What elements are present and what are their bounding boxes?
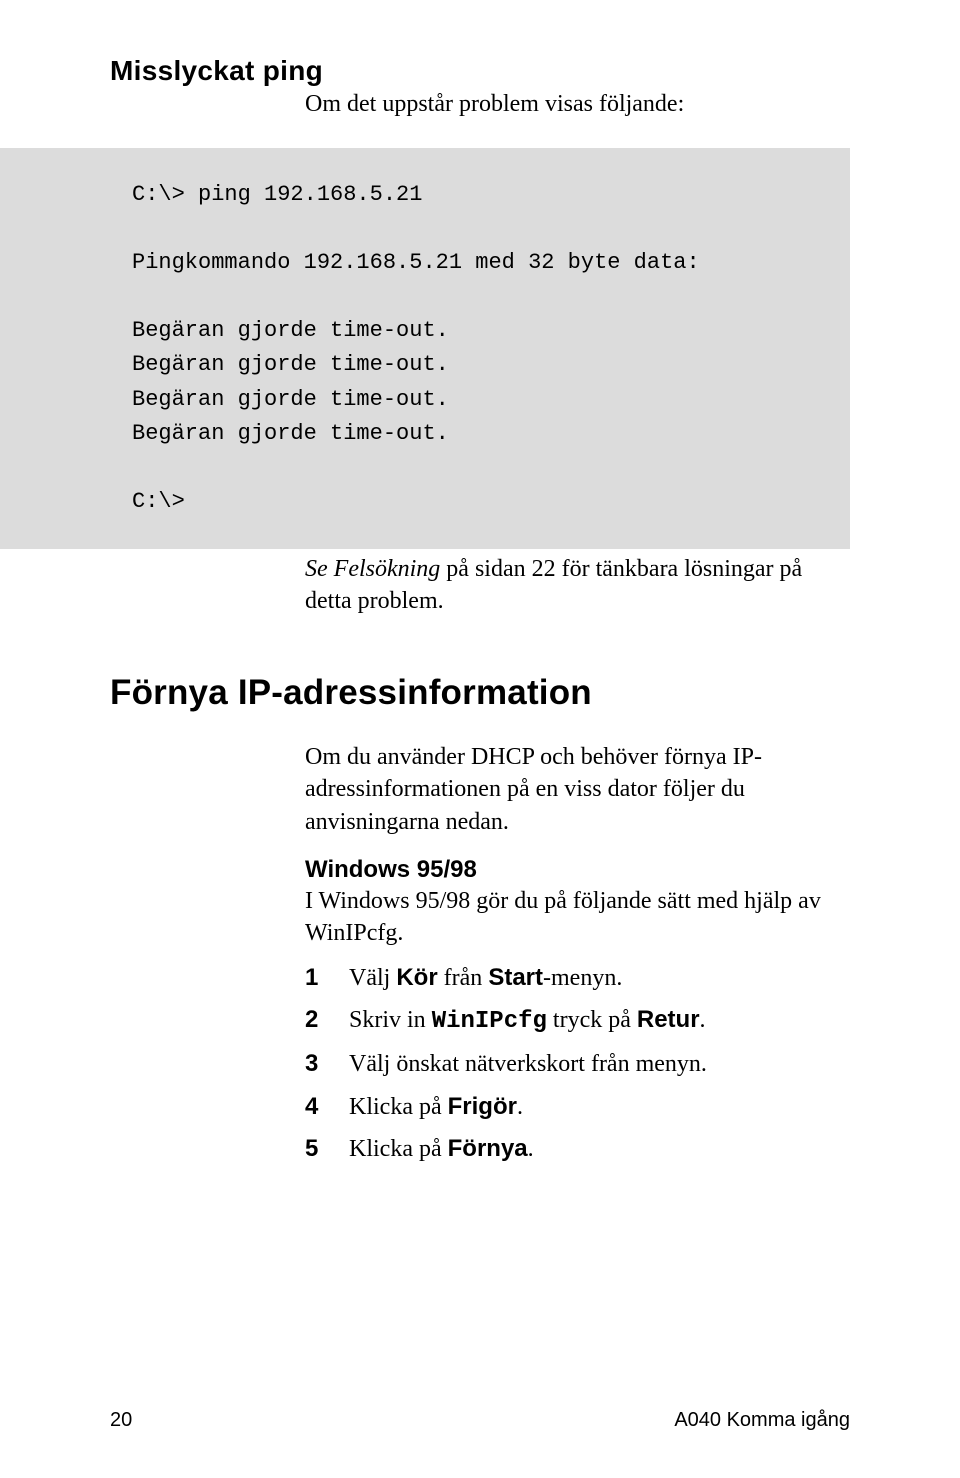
text-bold: Retur (637, 1006, 700, 1033)
code-line: C:\> (132, 489, 185, 514)
text-part: . (528, 1136, 534, 1162)
step-item: 4 Klicka på Frigör. (305, 1091, 850, 1123)
body-paragraph: Om du använder DHCP och behöver förnya I… (305, 741, 850, 838)
text-part: -menyn. (543, 965, 622, 991)
step-item: 5 Klicka på Förnya. (305, 1133, 850, 1165)
text-part: Se (305, 556, 334, 582)
step-text: Klicka på Förnya. (349, 1133, 850, 1165)
text-part: Klicka på (349, 1094, 448, 1120)
text-part: . (517, 1094, 523, 1120)
step-number: 1 (305, 962, 349, 994)
step-number: 2 (305, 1004, 349, 1038)
step-item: 1 Välj Kör från Start-menyn. (305, 962, 850, 994)
page-footer: 20 A040 Komma igång (0, 1409, 960, 1432)
text-bold: Frigör (448, 1093, 517, 1120)
code-line: Pingkommando 192.168.5.21 med 32 byte da… (132, 250, 700, 275)
text-mono: WinIPcfg (432, 1008, 547, 1035)
step-number: 3 (305, 1048, 349, 1080)
code-line: Begäran gjorde time-out. (132, 352, 449, 377)
step-text: Skriv in WinIPcfg tryck på Retur. (349, 1004, 850, 1038)
section-intro: Om det uppstår problem visas följande: (305, 91, 850, 118)
code-line: Begäran gjorde time-out. (132, 387, 449, 412)
terminal-output: C:\> ping 192.168.5.21 Pingkommando 192.… (0, 148, 850, 549)
text-bold: Kör (396, 964, 437, 991)
text-bold: Start (488, 964, 543, 991)
text-part: Klicka på (349, 1136, 448, 1162)
text-part: Skriv in (349, 1007, 432, 1033)
steps-list: 1 Välj Kör från Start-menyn. 2 Skriv in … (305, 962, 850, 1166)
page-number: 20 (110, 1409, 132, 1432)
step-number: 5 (305, 1133, 349, 1165)
text-italic: Felsökning (334, 556, 441, 582)
sub-heading-win9598: Windows 95/98 (305, 856, 850, 884)
sub-paragraph: I Windows 95/98 gör du på följande sätt … (305, 885, 850, 950)
text-part: Välj önskat nätverkskort från menyn. (349, 1051, 707, 1077)
code-line: Begäran gjorde time-out. (132, 421, 449, 446)
step-text: Välj Kör från Start-menyn. (349, 962, 850, 994)
text-part: tryck på (547, 1007, 637, 1033)
section-heading-failed-ping: Misslyckat ping (110, 55, 850, 87)
step-item: 2 Skriv in WinIPcfg tryck på Retur. (305, 1004, 850, 1038)
text-part: . (700, 1007, 706, 1033)
post-code-note: Se Felsökning på sidan 22 för tänkbara l… (305, 553, 850, 618)
text-bold: Förnya (448, 1135, 528, 1162)
step-number: 4 (305, 1091, 349, 1123)
code-line: C:\> ping 192.168.5.21 (132, 182, 422, 207)
step-text: Välj önskat nätverkskort från menyn. (349, 1048, 850, 1080)
text-part: från (438, 965, 489, 991)
code-line: Begäran gjorde time-out. (132, 318, 449, 343)
footer-label: A040 Komma igång (674, 1409, 850, 1432)
step-item: 3 Välj önskat nätverkskort från menyn. (305, 1048, 850, 1080)
section-heading-renew-ip: Förnya IP-adressinformation (110, 673, 850, 713)
step-text: Klicka på Frigör. (349, 1091, 850, 1123)
text-part: Välj (349, 965, 396, 991)
